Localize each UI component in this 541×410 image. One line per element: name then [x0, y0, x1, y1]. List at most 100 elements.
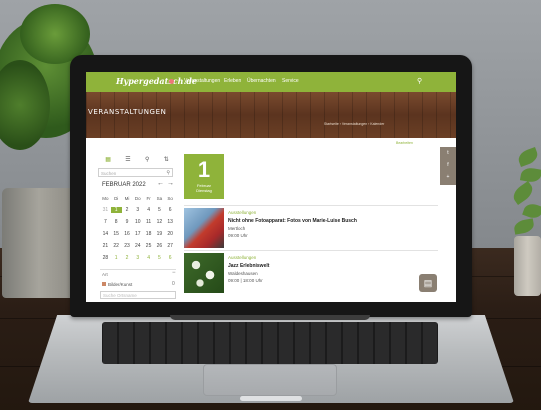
view-switcher: ▦ ☰ ⚲ ⇅: [98, 153, 176, 165]
laptop-screen: Hypergedatsch.de Veranstaltungen Erleben…: [86, 72, 456, 302]
weekday-label: Do: [134, 195, 141, 201]
weekday-label: Sa: [156, 195, 163, 201]
list-icon[interactable]: ☰: [125, 156, 130, 163]
calendar-day[interactable]: 2: [122, 255, 133, 261]
page-title: VERANSTALTUNGEN: [88, 108, 167, 116]
facebook-icon[interactable]: f: [440, 159, 456, 171]
share-icon[interactable]: +: [440, 171, 456, 183]
filter-label[interactable]: Bilder/Kunst: [108, 282, 132, 287]
day-number: 1: [197, 157, 211, 182]
twitter-icon[interactable]: t: [440, 147, 456, 159]
calendar-weekday-row: Mo Di Mi Do Fr Sa So: [100, 192, 176, 204]
location-icon[interactable]: ⚲: [145, 156, 149, 163]
event-place: Waldeshausen: [228, 271, 258, 276]
event-title[interactable]: Nicht ohne Fotoapparat: Fotos von Marie-…: [228, 218, 357, 224]
calendar-day[interactable]: 3: [132, 255, 143, 261]
calendar-week: 14 15 16 17 18 19 20: [100, 228, 176, 240]
calendar-day[interactable]: 28: [100, 255, 111, 261]
calendar-day[interactable]: 3: [132, 207, 143, 213]
calendar-day[interactable]: 31: [100, 207, 111, 213]
calendar-grid: Mo Di Mi Do Fr Sa So 31 1 2 3 4 5 6 7 8 …: [100, 192, 176, 264]
nav-item-veranstaltungen[interactable]: Veranstaltungen: [184, 78, 220, 84]
filter-icon[interactable]: ⇅: [164, 156, 169, 163]
event-place: Mertloch: [228, 226, 246, 231]
laptop-front-notch: [240, 396, 302, 401]
social-share-bar: t f +: [440, 147, 456, 185]
filter-section-label: Art: [102, 272, 108, 277]
nav-item-uebernachten[interactable]: Übernachten: [247, 78, 276, 84]
calendar-day[interactable]: 20: [165, 231, 176, 237]
laptop-hinge: [170, 315, 370, 320]
calendar-day[interactable]: 26: [154, 243, 165, 249]
divider: [100, 269, 176, 270]
calendar-day[interactable]: 4: [143, 207, 154, 213]
nav-item-service[interactable]: Service: [282, 78, 299, 84]
weekday-label: Fr: [146, 195, 151, 201]
calendar-day[interactable]: 7: [100, 219, 111, 225]
event-thumbnail[interactable]: [184, 208, 224, 248]
calendar-week: 28 1 2 3 4 5 6: [100, 252, 176, 264]
calendar-day[interactable]: 15: [111, 231, 122, 237]
selected-day-card: 1 Februar Dienstag: [184, 154, 224, 199]
calendar-day[interactable]: 4: [143, 255, 154, 261]
calendar-nav-arrows[interactable]: ←→: [157, 180, 177, 187]
event-category: Ausstellungen: [228, 210, 257, 215]
filter-count: 0: [172, 281, 175, 287]
calendar-day[interactable]: 16: [122, 231, 133, 237]
calendar-day[interactable]: 25: [143, 243, 154, 249]
weekday-label: Mi: [124, 195, 130, 201]
sidebar-search-input[interactable]: Suchen ⚲: [98, 168, 173, 177]
calendar-day[interactable]: 9: [122, 219, 133, 225]
calendar-day[interactable]: 5: [154, 207, 165, 213]
calendar-day[interactable]: 13: [165, 219, 176, 225]
edit-link[interactable]: Bearbeiten: [396, 141, 413, 145]
site-header: Hypergedatsch.de Veranstaltungen Erleben…: [86, 72, 456, 92]
logo-flower-icon: [169, 79, 174, 84]
weekday-label: Mo: [102, 195, 109, 201]
laptop-keyboard: [102, 322, 438, 364]
calendar-day[interactable]: 8: [111, 219, 122, 225]
calendar-day[interactable]: 12: [154, 219, 165, 225]
breadcrumb[interactable]: Startseite › Veranstaltungen › Kalender: [324, 122, 384, 126]
chat-icon[interactable]: ▤: [419, 274, 437, 292]
weekday-label: Di: [114, 195, 119, 201]
calendar-week: 21 22 23 24 25 26 27: [100, 240, 176, 252]
calendar-day[interactable]: 24: [132, 243, 143, 249]
nav-item-erleben[interactable]: Erleben: [224, 78, 241, 84]
calendar-day[interactable]: 18: [143, 231, 154, 237]
event-time: 09:00 | 18:00 Uhr: [228, 278, 263, 283]
calendar-day[interactable]: 19: [154, 231, 165, 237]
calendar-day[interactable]: 6: [165, 207, 176, 213]
calendar-day-selected[interactable]: 1: [110, 207, 122, 213]
search-icon[interactable]: ⚲: [417, 77, 422, 85]
page-banner: VERANSTALTUNGEN Startseite › Veranstaltu…: [86, 92, 456, 138]
laptop-trackpad: [203, 364, 337, 396]
calendar-day[interactable]: 6: [165, 255, 176, 261]
filter-checkbox[interactable]: [102, 282, 106, 286]
event-thumbnail[interactable]: [184, 253, 224, 293]
event-item[interactable]: Ausstellungen Nicht ohne Fotoapparat: Fo…: [184, 205, 438, 250]
calendar-day[interactable]: 14: [100, 231, 111, 237]
location-search-input[interactable]: Suche Ortsname: [100, 291, 176, 299]
calendar-week: 7 8 9 10 11 12 13: [100, 216, 176, 228]
calendar-month-label: FEBRUAR 2022: [102, 182, 146, 188]
collapse-icon[interactable]: −: [172, 270, 176, 276]
event-time: 09:00 Uhr: [228, 233, 248, 238]
calendar-day[interactable]: 10: [132, 219, 143, 225]
search-icon[interactable]: ⚲: [166, 169, 170, 178]
calendar-day[interactable]: 2: [122, 207, 133, 213]
calendar-day[interactable]: 21: [100, 243, 111, 249]
calendar-day[interactable]: 27: [165, 243, 176, 249]
event-item[interactable]: Ausstellungen Jazz Erlebniswelt Waldesha…: [184, 250, 438, 295]
event-title[interactable]: Jazz Erlebniswelt: [228, 263, 269, 269]
calendar-day[interactable]: 1: [111, 255, 122, 261]
calendar-day[interactable]: 5: [154, 255, 165, 261]
calendar-day[interactable]: 23: [122, 243, 133, 249]
grid-icon[interactable]: ▦: [105, 156, 111, 163]
day-weekday: Dienstag: [196, 188, 212, 193]
calendar-day[interactable]: 11: [143, 219, 154, 225]
calendar-day[interactable]: 22: [111, 243, 122, 249]
weekday-label: So: [167, 195, 173, 201]
event-category: Ausstellungen: [228, 255, 257, 260]
calendar-day[interactable]: 17: [132, 231, 143, 237]
